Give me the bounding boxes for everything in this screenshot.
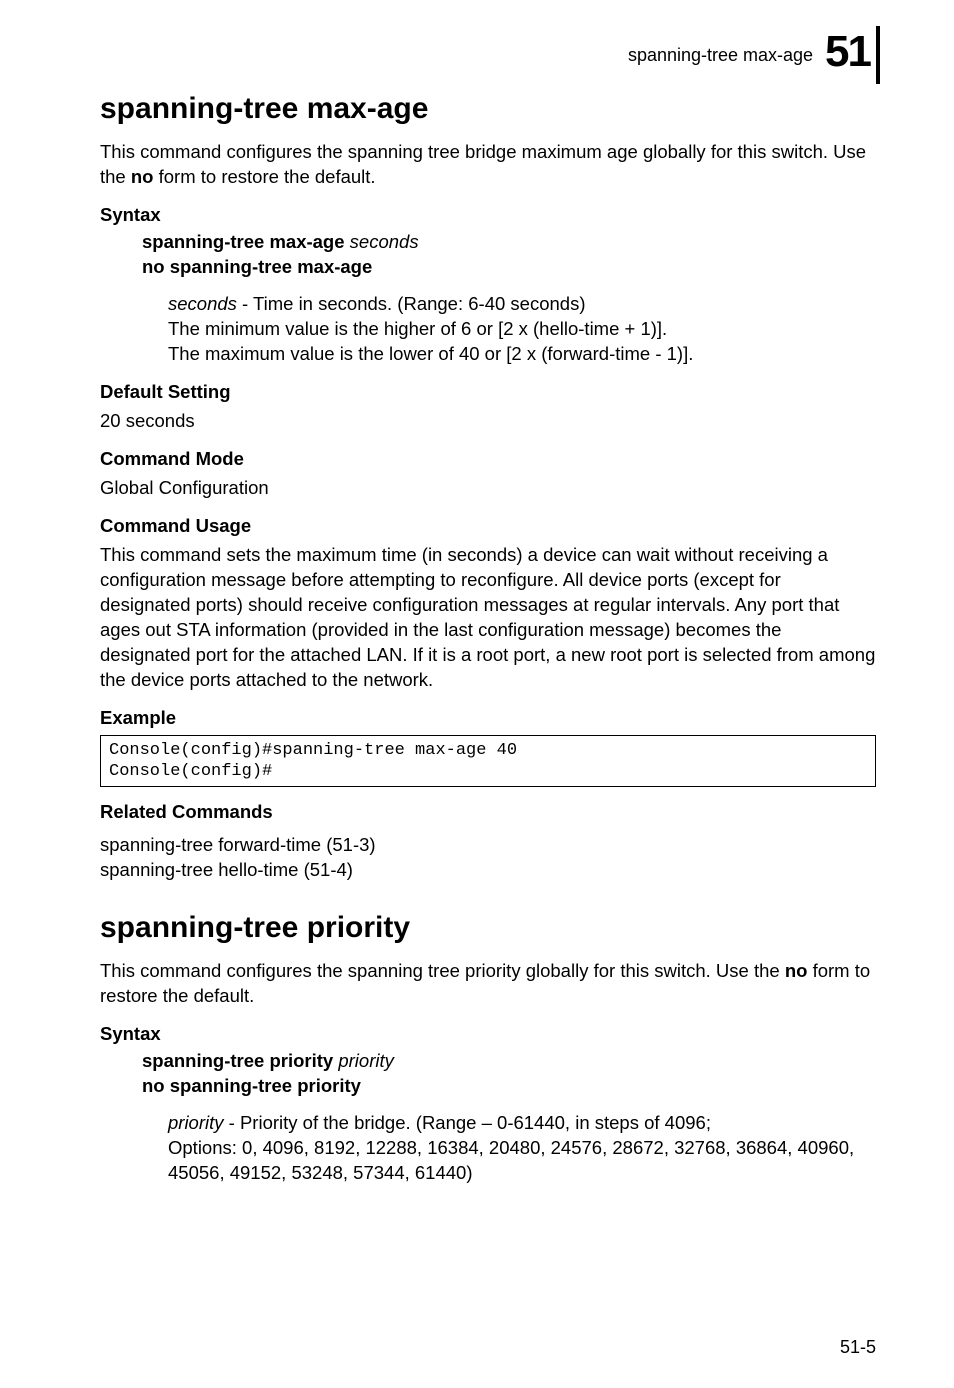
syntax-cmd-2: spanning-tree priority priority xyxy=(142,1049,876,1074)
section2-lead: This command configures the spanning tre… xyxy=(100,959,876,1009)
syntax-param-max: The maximum value is the lower of 40 or … xyxy=(168,342,876,367)
syntax-cmd1-bold: spanning-tree max-age xyxy=(142,231,345,252)
syntax-param-2: priority - Priority of the bridge. (Rang… xyxy=(168,1111,876,1136)
usage-label-1: Command Usage xyxy=(100,515,876,537)
mode-label-1: Command Mode xyxy=(100,448,876,470)
example-code-1: Console(config)#spanning-tree max-age 40… xyxy=(100,735,876,788)
section-title-priority: spanning-tree priority xyxy=(100,911,876,945)
mode-value-1: Global Configuration xyxy=(100,476,876,501)
syntax-cmd2-bold: spanning-tree priority xyxy=(142,1050,333,1071)
syntax-param-1: seconds - Time in seconds. (Range: 6-40 … xyxy=(168,292,876,317)
syntax-param2-desc: - Priority of the bridge. (Range – 0-614… xyxy=(224,1112,711,1133)
syntax-no-1: no spanning-tree max-age xyxy=(142,255,876,280)
section1-lead: This command configures the spanning tre… xyxy=(100,140,876,190)
running-header: spanning-tree max-age 51 xyxy=(100,30,876,74)
chapter-number-text: 51 xyxy=(825,27,870,76)
syntax-param2-ital: priority xyxy=(168,1112,224,1133)
related-label-1: Related Commands xyxy=(100,801,876,823)
syntax-cmd1-ital: seconds xyxy=(350,231,419,252)
section-title-max-age: spanning-tree max-age xyxy=(100,92,876,126)
syntax-cmd2-ital: priority xyxy=(338,1050,394,1071)
example-label-1: Example xyxy=(100,707,876,729)
section1-lead-b: form to restore the default. xyxy=(153,166,375,187)
default-label-1: Default Setting xyxy=(100,381,876,403)
syntax-param-2b: Options: 0, 4096, 8192, 12288, 16384, 20… xyxy=(168,1136,876,1186)
chapter-number: 51 xyxy=(825,30,876,74)
section2-lead-bold: no xyxy=(785,960,808,981)
related-1: spanning-tree forward-time (51-3) xyxy=(100,833,876,858)
syntax-param-min: The minimum value is the higher of 6 or … xyxy=(168,317,876,342)
syntax-label-2: Syntax xyxy=(100,1023,876,1045)
running-header-title: spanning-tree max-age xyxy=(628,45,813,74)
page-number: 51-5 xyxy=(840,1337,876,1358)
chapter-bar-icon xyxy=(876,26,880,84)
default-value-1: 20 seconds xyxy=(100,409,876,434)
syntax-label-1: Syntax xyxy=(100,204,876,226)
syntax-no-2: no spanning-tree priority xyxy=(142,1074,876,1099)
section1-lead-bold: no xyxy=(131,166,154,187)
usage-text-1: This command sets the maximum time (in s… xyxy=(100,543,876,693)
syntax-param1-ital: seconds xyxy=(168,293,237,314)
related-2: spanning-tree hello-time (51-4) xyxy=(100,858,876,883)
syntax-param1-desc: - Time in seconds. (Range: 6-40 seconds) xyxy=(237,293,586,314)
syntax-cmd-1: spanning-tree max-age seconds xyxy=(142,230,876,255)
section2-lead-a: This command configures the spanning tre… xyxy=(100,960,785,981)
